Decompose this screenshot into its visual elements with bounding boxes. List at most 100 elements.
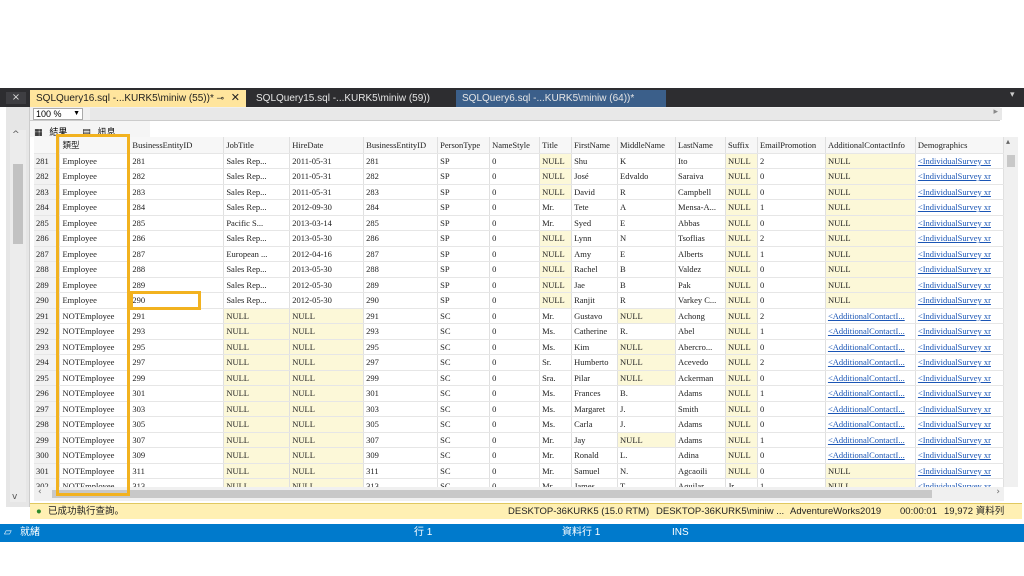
cell-business-entity-id-2[interactable]: 299: [363, 370, 439, 386]
cell-hire-date[interactable]: NULL: [289, 432, 365, 448]
cell-name-style[interactable]: 0: [489, 447, 541, 464]
cell-suffix[interactable]: NULL: [725, 401, 758, 417]
cell-business-entity-id-2[interactable]: 289: [363, 277, 439, 293]
cell-middle-name[interactable]: NULL: [617, 354, 677, 371]
cell-last-name[interactable]: Alberts: [675, 246, 726, 262]
cell-business-entity-id[interactable]: 286: [129, 230, 225, 247]
cell-job-title[interactable]: Sales Rep...: [223, 168, 291, 185]
table-row[interactable]: 293 NOTEmployee 295 NULL NULL 295 SC 0 Ms. Kim NUL…: [34, 339, 1004, 355]
cell-hire-date[interactable]: NULL: [289, 385, 365, 402]
cell-first-name[interactable]: Margaret: [571, 401, 619, 417]
cell-job-title[interactable]: NULL: [223, 354, 291, 371]
row-number-cell[interactable]: 282: [34, 168, 61, 185]
cell-person-type[interactable]: SP: [437, 199, 491, 216]
cell-name-style[interactable]: 0: [489, 153, 541, 169]
cell-business-entity-id[interactable]: 290: [129, 292, 225, 309]
cell-middle-name[interactable]: Edvaldo: [617, 168, 677, 185]
cell-person-type[interactable]: SC: [437, 370, 491, 386]
cell-hire-date[interactable]: NULL: [289, 354, 365, 371]
cell-email-promotion[interactable]: 1: [757, 246, 826, 262]
cell-name-style[interactable]: 0: [489, 478, 541, 487]
cell-demographics[interactable]: <IndividualSurvey xr: [915, 478, 1004, 487]
table-row[interactable]: 288 Employee 288 Sales Rep... 2013-05-30 288 S…: [34, 261, 1004, 278]
cell-hire-date[interactable]: NULL: [289, 416, 365, 433]
column-header-business-entity-id[interactable]: BusinessEntityID: [129, 137, 225, 154]
cell-email-promotion[interactable]: 0: [757, 401, 826, 417]
cell-title[interactable]: Ms.: [539, 401, 573, 417]
cell-job-title[interactable]: NULL: [223, 447, 291, 464]
cell-suffix[interactable]: NULL: [725, 385, 758, 402]
cell-suffix[interactable]: NULL: [725, 447, 758, 464]
cell-additional-contact-info[interactable]: <AdditionalContactI...: [825, 401, 916, 417]
cell-title[interactable]: NULL: [539, 277, 573, 293]
cell-title[interactable]: Ms.: [539, 385, 573, 402]
cell-business-entity-id-2[interactable]: 285: [363, 215, 439, 231]
cell-job-title[interactable]: NULL: [223, 401, 291, 417]
cell-demographics[interactable]: <IndividualSurvey xr: [915, 385, 1004, 402]
cell-type[interactable]: NOTEmployee: [59, 416, 131, 433]
cell-type[interactable]: NOTEmployee: [59, 339, 131, 355]
cell-last-name[interactable]: Aguilar: [675, 478, 726, 487]
cell-suffix[interactable]: NULL: [725, 354, 758, 371]
column-header-type[interactable]: 類型: [59, 137, 131, 154]
cell-middle-name[interactable]: A: [617, 199, 677, 216]
cell-business-entity-id-2[interactable]: 309: [363, 447, 439, 464]
cell-demographics[interactable]: <IndividualSurvey xr: [915, 261, 1004, 278]
cell-middle-name[interactable]: NULL: [617, 339, 677, 355]
cell-business-entity-id-2[interactable]: 293: [363, 323, 439, 340]
cell-first-name[interactable]: Amy: [571, 246, 619, 262]
table-row[interactable]: 290 Employee 290 Sales Rep... 2012-05-30 290 S…: [34, 292, 1004, 309]
cell-business-entity-id[interactable]: 283: [129, 184, 225, 200]
cell-title[interactable]: NULL: [539, 168, 573, 185]
cell-title[interactable]: Mr.: [539, 478, 573, 487]
column-header-email-promotion[interactable]: EmailPromotion: [757, 137, 826, 154]
cell-suffix[interactable]: NULL: [725, 261, 758, 278]
cell-type[interactable]: NOTEmployee: [59, 447, 131, 464]
cell-job-title[interactable]: European ...: [223, 246, 291, 262]
cell-business-entity-id-2[interactable]: 290: [363, 292, 439, 309]
cell-additional-contact-info[interactable]: NULL: [825, 277, 916, 293]
cell-hire-date[interactable]: 2011-05-31: [289, 184, 365, 200]
tab-list-dropdown-icon[interactable]: ▾: [1010, 90, 1015, 100]
cell-first-name[interactable]: Humberto: [571, 354, 619, 371]
cell-job-title[interactable]: NULL: [223, 432, 291, 448]
cell-hire-date[interactable]: 2011-05-31: [289, 153, 365, 169]
cell-additional-contact-info[interactable]: NULL: [825, 168, 916, 185]
cell-business-entity-id[interactable]: 287: [129, 246, 225, 262]
row-number-cell[interactable]: 284: [34, 199, 61, 216]
cell-email-promotion[interactable]: 1: [757, 385, 826, 402]
row-number-cell[interactable]: 292: [34, 323, 61, 340]
cell-business-entity-id[interactable]: 291: [129, 308, 225, 324]
row-number-cell[interactable]: 291: [34, 308, 61, 324]
cell-title[interactable]: NULL: [539, 153, 573, 169]
cell-last-name[interactable]: Adina: [675, 447, 726, 464]
cell-email-promotion[interactable]: 0: [757, 416, 826, 433]
cell-first-name[interactable]: Ronald: [571, 447, 619, 464]
cell-first-name[interactable]: Jay: [571, 432, 619, 448]
cell-business-entity-id[interactable]: 305: [129, 416, 225, 433]
cell-name-style[interactable]: 0: [489, 339, 541, 355]
cell-job-title[interactable]: Sales Rep...: [223, 199, 291, 216]
table-row[interactable]: 287 Employee 287 European ... 2012-04-16 287 S…: [34, 246, 1004, 262]
table-row[interactable]: 283 Employee 283 Sales Rep... 2011-05-31 283 S…: [34, 184, 1004, 200]
cell-business-entity-id-2[interactable]: 295: [363, 339, 439, 355]
cell-name-style[interactable]: 0: [489, 323, 541, 340]
cell-business-entity-id-2[interactable]: 307: [363, 432, 439, 448]
cell-demographics[interactable]: <IndividualSurvey xr: [915, 246, 1004, 262]
cell-name-style[interactable]: 0: [489, 261, 541, 278]
cell-demographics[interactable]: <IndividualSurvey xr: [915, 463, 1004, 479]
cell-suffix[interactable]: NULL: [725, 153, 758, 169]
cell-business-entity-id-2[interactable]: 283: [363, 184, 439, 200]
cell-business-entity-id[interactable]: 282: [129, 168, 225, 185]
cell-last-name[interactable]: Ackerman: [675, 370, 726, 386]
cell-last-name[interactable]: Smith: [675, 401, 726, 417]
cell-hire-date[interactable]: 2013-03-14: [289, 215, 365, 231]
table-row[interactable]: 299 NOTEmployee 307 NULL NULL 307 SC 0 Mr. Jay NUL…: [34, 432, 1004, 448]
row-number-cell[interactable]: 294: [34, 354, 61, 371]
cell-additional-contact-info[interactable]: NULL: [825, 478, 916, 487]
cell-email-promotion[interactable]: 1: [757, 199, 826, 216]
cell-title[interactable]: Ms.: [539, 339, 573, 355]
cell-title[interactable]: Ms.: [539, 416, 573, 433]
scroll-thumb[interactable]: [1007, 155, 1015, 167]
cell-additional-contact-info[interactable]: <AdditionalContactI...: [825, 447, 916, 464]
